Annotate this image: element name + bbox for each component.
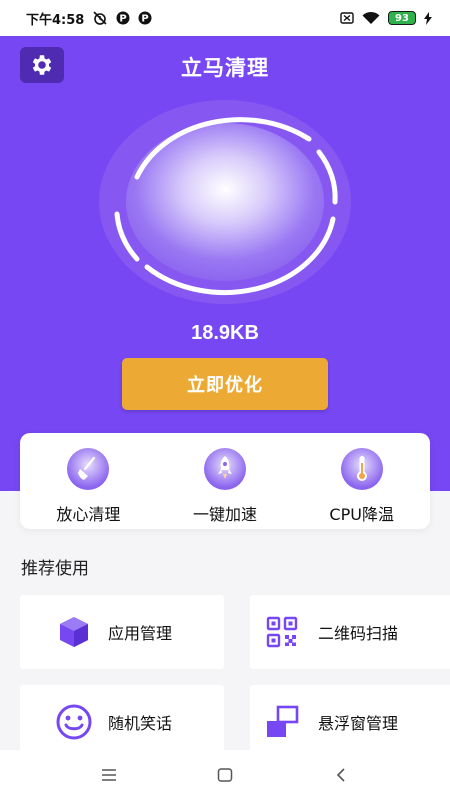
feature-speed-up[interactable]: 一键加速 xyxy=(157,433,294,529)
smiley-icon xyxy=(52,700,96,744)
floating-window-icon xyxy=(260,700,304,744)
feature-cpu-cool[interactable]: CPU降温 xyxy=(293,433,430,529)
app-title: 立马清理 xyxy=(181,56,269,80)
tool-label: 随机笑话 xyxy=(108,714,173,733)
parking-icon: P xyxy=(138,11,152,25)
back-button[interactable] xyxy=(321,760,361,790)
status-time: 下午4:58 xyxy=(26,12,85,28)
junk-size-label: 18.9KB xyxy=(191,322,259,344)
charging-icon xyxy=(424,11,432,25)
wifi-icon xyxy=(362,11,380,25)
features-card: 放心清理 一键加速 CPU降温 xyxy=(20,433,430,529)
optimize-button[interactable]: 立即优化 xyxy=(122,358,328,410)
tool-label: 二维码扫描 xyxy=(318,624,399,643)
home-icon xyxy=(217,768,233,782)
svg-text:P: P xyxy=(142,14,149,25)
tool-label: 应用管理 xyxy=(108,624,173,643)
tool-app-management[interactable]: 应用管理 xyxy=(20,595,224,669)
back-icon xyxy=(336,768,345,782)
alarm-off-icon xyxy=(92,10,108,26)
svg-text:P: P xyxy=(120,14,127,25)
tool-floating-window[interactable]: 悬浮窗管理 xyxy=(250,685,450,759)
menu-button[interactable] xyxy=(89,760,129,790)
feature-safe-clean[interactable]: 放心清理 xyxy=(20,433,157,529)
status-bar: 下午4:58 P P 93 xyxy=(0,0,450,36)
tool-label: 悬浮窗管理 xyxy=(318,714,399,733)
no-sim-icon xyxy=(340,12,354,24)
menu-icon xyxy=(102,769,116,781)
system-nav-bar xyxy=(0,750,450,800)
qr-code-icon xyxy=(260,610,304,654)
broom-icon xyxy=(67,448,110,490)
feature-label: CPU降温 xyxy=(329,505,394,524)
thermometer-icon xyxy=(340,448,383,490)
parking-icon: P xyxy=(116,11,130,25)
feature-label: 放心清理 xyxy=(56,505,121,524)
cleaning-orb[interactable] xyxy=(97,99,353,305)
cube-icon xyxy=(52,610,96,654)
feature-label: 一键加速 xyxy=(193,505,258,524)
tool-qr-scan[interactable]: 二维码扫描 xyxy=(250,595,450,669)
battery-indicator: 93 xyxy=(388,11,416,25)
rocket-icon xyxy=(204,448,246,490)
hero-panel: 立马清理 18.9KB 立即优化 xyxy=(0,36,450,491)
tool-random-joke[interactable]: 随机笑话 xyxy=(20,685,224,759)
recommended-section-title: 推荐使用 xyxy=(21,559,89,579)
home-button[interactable] xyxy=(205,760,245,790)
